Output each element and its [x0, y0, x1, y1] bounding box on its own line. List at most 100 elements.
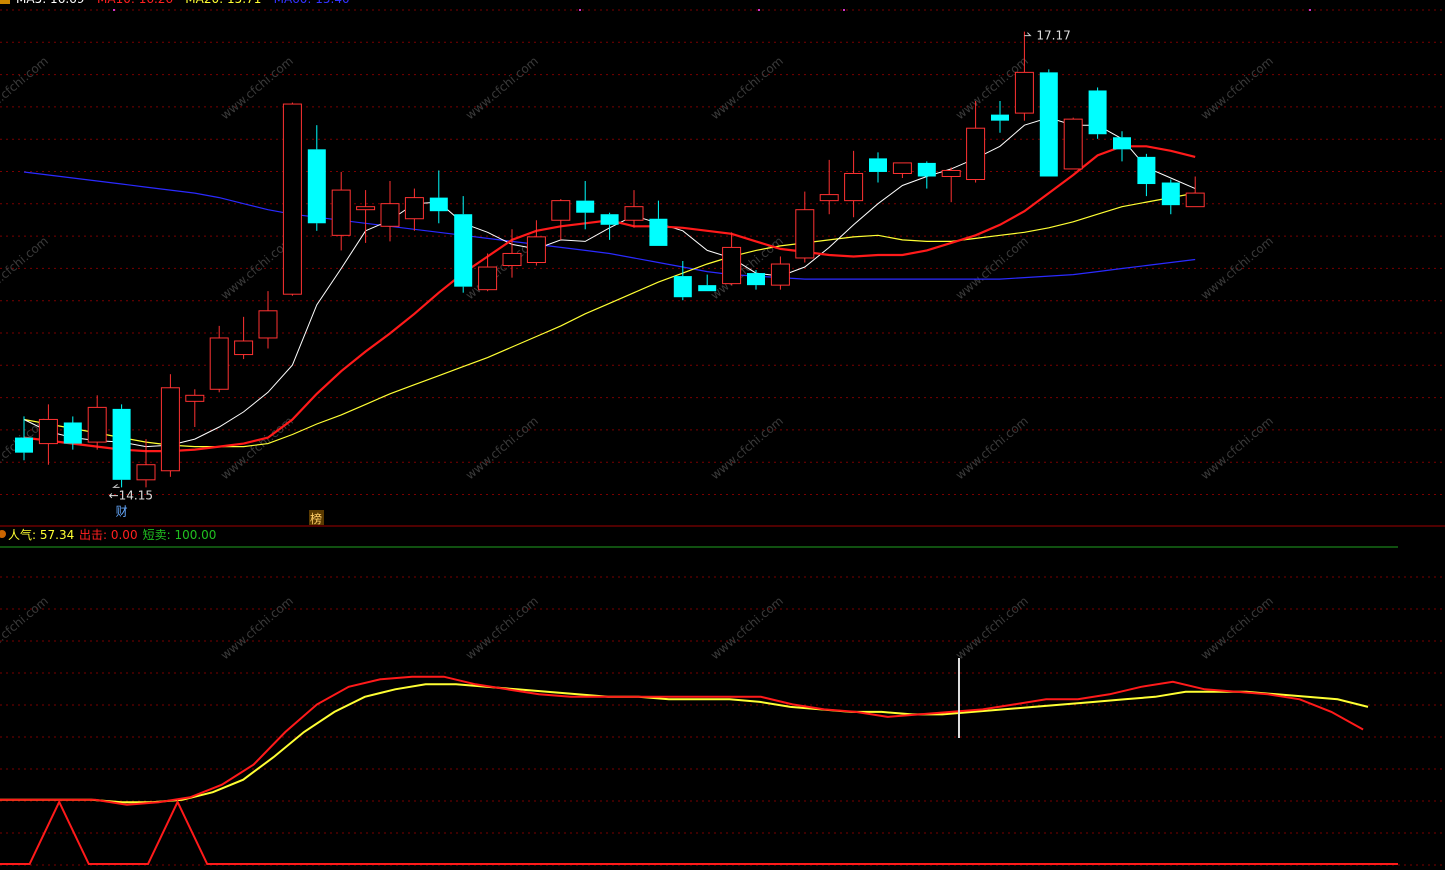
candle	[1137, 153, 1156, 197]
candle	[282, 102, 302, 296]
watermark-text: www.cfchi.com	[463, 54, 541, 123]
candle-body-up	[624, 206, 644, 221]
candle	[38, 404, 58, 465]
watermark-text: www.cfchi.com	[708, 594, 786, 663]
candle-body-up	[234, 340, 254, 356]
candle	[87, 395, 107, 450]
candle	[307, 125, 326, 231]
watermark-text: www.cfchi.com	[0, 594, 51, 663]
candle	[917, 161, 936, 189]
candle-body-up	[331, 189, 351, 236]
ma-legend: MA5: 16.69 MA10: 16.26 MA20: 15.71 MA60: 15…	[0, 0, 350, 6]
candle	[844, 150, 864, 218]
candle	[1161, 179, 1180, 215]
candle-body-down	[917, 162, 936, 177]
candle	[600, 212, 619, 240]
candle-body-up	[380, 203, 400, 227]
candle-body-down	[576, 200, 595, 213]
event-dot	[843, 9, 845, 11]
candle	[1063, 117, 1083, 170]
candle	[722, 232, 742, 286]
candle-body-down	[112, 408, 131, 480]
candle-body-up	[209, 337, 229, 390]
candle-body-down	[454, 214, 473, 287]
candle	[356, 190, 376, 243]
candle-body-down	[747, 273, 765, 286]
candle-body-up	[819, 194, 839, 202]
candle	[869, 152, 887, 183]
event-dot	[113, 9, 115, 11]
candle	[795, 191, 815, 263]
watermark-text: www.cfchi.com	[953, 234, 1031, 303]
candle-body-down	[1039, 72, 1058, 177]
candle	[1185, 176, 1205, 208]
ma-legend-item: MA10: 16.26	[97, 0, 173, 6]
candle	[649, 200, 668, 246]
candle-body-up	[1014, 71, 1034, 114]
candle	[160, 374, 180, 477]
candle-body-up	[136, 464, 156, 481]
candle-body-up	[478, 266, 498, 291]
watermark-text: www.cfchi.com	[1198, 234, 1276, 303]
indicator-legend: 人气: 57.34 出击: 0.00 短卖: 100.00	[0, 527, 216, 542]
candle	[380, 181, 400, 242]
candle-body-down	[991, 114, 1009, 121]
candle-body-up	[356, 206, 376, 211]
candle	[1039, 69, 1058, 177]
candle	[941, 167, 961, 203]
watermark-text: www.cfchi.com	[1198, 414, 1276, 483]
candle	[454, 196, 473, 293]
candle-body-up	[770, 263, 790, 286]
watermark-text: www.cfchi.com	[708, 54, 786, 123]
candle	[258, 291, 278, 349]
indicator-legend-item: 短卖: 100.00	[143, 528, 217, 542]
candle-body-down	[698, 285, 717, 292]
candle-body-down	[649, 218, 668, 246]
indicator-icon	[0, 530, 6, 538]
event-dot	[579, 9, 581, 11]
indicator-legend-item: 出击: 0.00	[79, 528, 138, 542]
candle-body-down	[1137, 156, 1156, 185]
candle-body-up	[722, 246, 742, 285]
candle-body-down	[869, 158, 887, 172]
watermark-text: www.cfchi.com	[708, 414, 786, 483]
candle	[991, 101, 1009, 133]
candle	[185, 389, 205, 427]
candle	[673, 261, 692, 301]
candle-body-up	[795, 209, 815, 259]
candle	[819, 159, 839, 215]
stock-chart[interactable]: www.cfchi.com www.cfchi.com www.cfchi.com w…	[0, 0, 1445, 870]
candle	[331, 171, 351, 251]
candle-body-down	[673, 276, 692, 298]
candle-body-down	[15, 437, 33, 453]
candle-body-down	[1088, 90, 1107, 135]
candle	[234, 316, 254, 360]
candle	[698, 274, 717, 292]
watermark-text: www.cfchi.com	[0, 54, 51, 123]
candle-body-up	[38, 418, 58, 445]
watermark-text: www.cfchi.com	[953, 594, 1031, 663]
ma10-line	[23, 145, 1196, 453]
candle-body-up	[526, 236, 546, 264]
fin-badge: 财	[116, 504, 128, 518]
candle-body-up	[551, 200, 571, 221]
candle	[1088, 87, 1107, 139]
watermark-layer: www.cfchi.com www.cfchi.com www.cfchi.com w…	[0, 54, 1276, 663]
watermark-text: www.cfchi.com	[1198, 54, 1276, 123]
candle	[526, 220, 546, 266]
candle-body-up	[941, 169, 961, 177]
candle-body-up	[282, 103, 302, 295]
candle-body-up	[160, 387, 180, 472]
candle-body-up	[87, 406, 107, 443]
watermark-text: www.cfchi.com	[218, 414, 296, 483]
candle-body-up	[892, 162, 912, 174]
ma-legend-item: MA20: 15.71	[185, 0, 261, 6]
high-arrow-icon	[1024, 32, 1032, 37]
watermark-text: www.cfchi.com	[953, 414, 1031, 483]
candle-body-down	[600, 214, 619, 225]
watermark-text: www.cfchi.com	[1198, 594, 1276, 663]
watermark-text: www.cfchi.com	[463, 594, 541, 663]
candle-body-down	[63, 422, 82, 444]
candle-body-up	[1185, 192, 1205, 208]
candle-body-down	[1161, 182, 1180, 206]
